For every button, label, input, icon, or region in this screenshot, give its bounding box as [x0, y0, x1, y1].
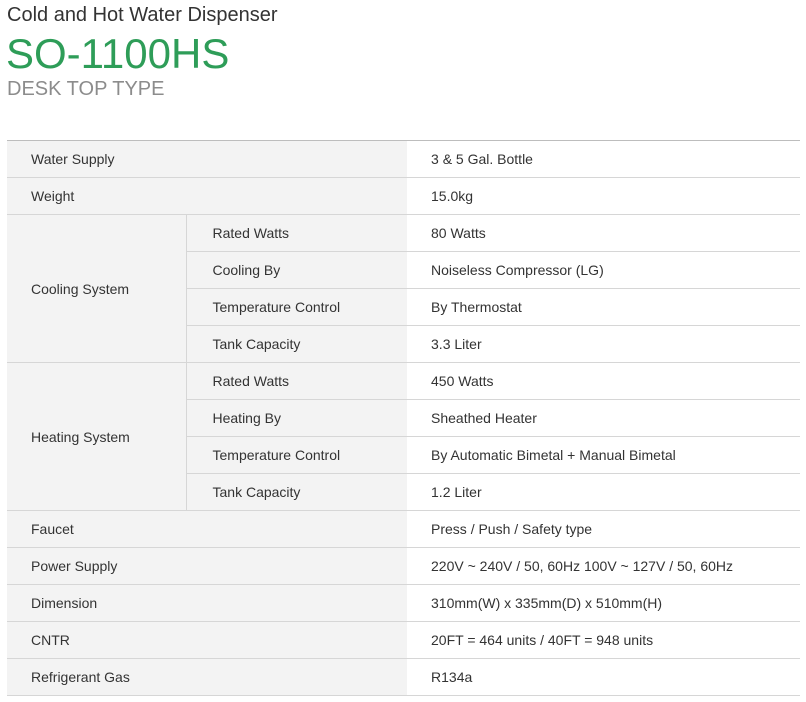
spec-label-cntr: CNTR — [7, 621, 408, 659]
spec-value-heating-temperature-control: By Automatic Bimetal + Manual Bimetal — [407, 436, 801, 474]
product-model-title: SO-1100HS — [6, 30, 230, 77]
spec-value-power-supply: 220V ~ 240V / 50, 60Hz 100V ~ 127V / 50,… — [407, 547, 801, 585]
spec-label-water-supply: Water Supply — [7, 140, 408, 178]
spec-value-cooling-temperature-control: By Thermostat — [407, 288, 801, 326]
spec-sublabel-cooling-temperature-control: Temperature Control — [185, 288, 408, 326]
spec-label-cooling-system: Cooling System — [7, 214, 186, 363]
spec-label-power-supply: Power Supply — [7, 547, 408, 585]
spec-value-water-supply: 3 & 5 Gal. Bottle — [407, 140, 801, 178]
spec-sublabel-cooling-by: Cooling By — [185, 251, 408, 289]
table-row: Heating System Rated Watts 450 Watts — [7, 362, 801, 511]
spec-table: Water Supply 3 & 5 Gal. Bottle Weight 15… — [7, 140, 801, 696]
product-category: Cold and Hot Water Dispenser — [7, 4, 278, 26]
spec-sublabel-heating-temperature-control: Temperature Control — [185, 436, 408, 474]
spec-label-refrigerant-gas: Refrigerant Gas — [7, 658, 408, 696]
spec-label-heating-system: Heating System — [7, 362, 186, 511]
spec-value-cntr: 20FT = 464 units / 40FT = 948 units — [407, 621, 801, 659]
table-row: Faucet Press / Push / Safety type — [7, 510, 801, 548]
table-row: CNTR 20FT = 464 units / 40FT = 948 units — [7, 621, 801, 659]
spec-value-weight: 15.0kg — [407, 177, 801, 215]
spec-value-heating-rated-watts: 450 Watts — [407, 362, 801, 400]
table-row: Dimension 310mm(W) x 335mm(D) x 510mm(H) — [7, 584, 801, 622]
spec-sublabel-cooling-rated-watts: Rated Watts — [185, 214, 408, 252]
spec-sublabel-cooling-tank-capacity: Tank Capacity — [185, 325, 408, 363]
spec-value-cooling-rated-watts: 80 Watts — [407, 214, 801, 252]
spec-sublabel-heating-by: Heating By — [185, 399, 408, 437]
spec-value-cooling-tank-capacity: 3.3 Liter — [407, 325, 801, 363]
table-row: Cooling System Rated Watts 80 Watts — [7, 214, 801, 363]
product-type: DESK TOP TYPE — [7, 78, 165, 100]
spec-value-faucet: Press / Push / Safety type — [407, 510, 801, 548]
spec-label-faucet: Faucet — [7, 510, 408, 548]
spec-value-heating-by: Sheathed Heater — [407, 399, 801, 437]
spec-label-weight: Weight — [7, 177, 408, 215]
spec-sublabel-heating-rated-watts: Rated Watts — [185, 362, 408, 400]
spec-label-dimension: Dimension — [7, 584, 408, 622]
table-row: Weight 15.0kg — [7, 177, 801, 215]
table-row: Water Supply 3 & 5 Gal. Bottle — [7, 140, 801, 178]
table-row: Power Supply 220V ~ 240V / 50, 60Hz 100V… — [7, 547, 801, 585]
spec-value-dimension: 310mm(W) x 335mm(D) x 510mm(H) — [407, 584, 801, 622]
spec-value-heating-tank-capacity: 1.2 Liter — [407, 473, 801, 511]
spec-value-cooling-by: Noiseless Compressor (LG) — [407, 251, 801, 289]
spec-sublabel-heating-tank-capacity: Tank Capacity — [185, 473, 408, 511]
spec-value-refrigerant-gas: R134a — [407, 658, 801, 696]
table-row: Refrigerant Gas R134a — [7, 658, 801, 696]
